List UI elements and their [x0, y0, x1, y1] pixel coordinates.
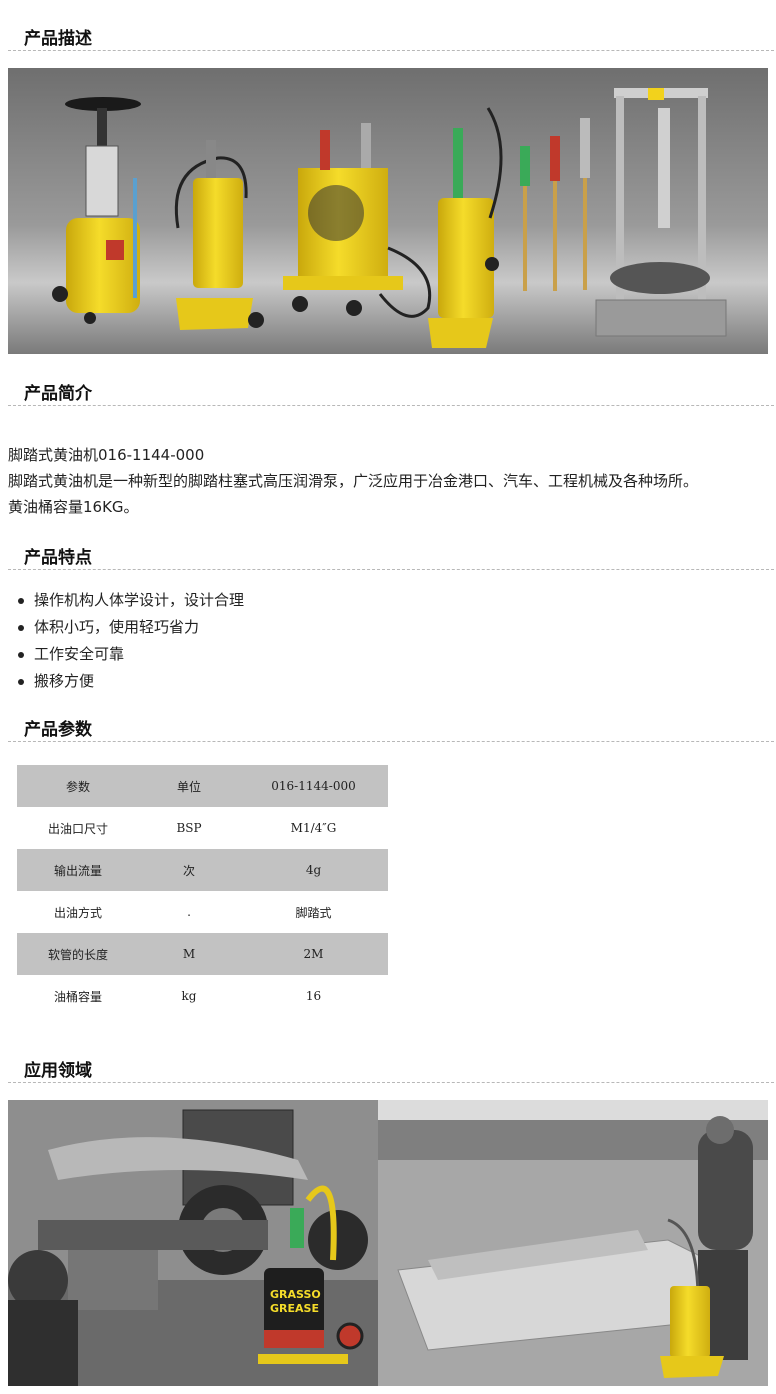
section-title: 产品特点 [24, 548, 92, 568]
table-cell: 4g [239, 849, 388, 891]
table-cell: 脚踏式 [239, 891, 388, 933]
header-cell: 016-1144-000 [239, 765, 388, 807]
section-title: 产品简介 [24, 384, 92, 404]
table-cell: 输出流量 [17, 849, 139, 891]
table-cell: . [139, 891, 239, 933]
table-cell: 16 [239, 975, 388, 1017]
table-cell: 次 [139, 849, 239, 891]
header-cell: 参数 [17, 765, 139, 807]
feature-item: 体积小巧，使用轻巧省力 [8, 614, 244, 641]
section-header-intro: 产品简介 [8, 373, 774, 406]
table-row: 油桶容量 kg 16 [17, 975, 388, 1017]
product-lineup-photo [8, 68, 768, 354]
table-cell: M [139, 933, 239, 975]
feature-item: 操作机构人体学设计，设计合理 [8, 587, 244, 614]
section-header-features: 产品特点 [8, 537, 774, 570]
application-photo: GRASSO GREASE [8, 1100, 768, 1386]
table-cell: 2M [239, 933, 388, 975]
table-cell: 软管的长度 [17, 933, 139, 975]
feature-list: 操作机构人体学设计，设计合理 体积小巧，使用轻巧省力 工作安全可靠 搬移方便 [8, 587, 244, 695]
table-row: 出油口尺寸 BSP M1/4″G [17, 807, 388, 849]
section-header-description: 产品描述 [8, 18, 774, 51]
table-header-row: 参数 单位 016-1144-000 [17, 765, 388, 807]
intro-description-line: 脚踏式黄油机是一种新型的脚踏柱塞式高压润滑泵，广泛应用于冶金港口、汽车、工程机械… [8, 472, 699, 490]
table-cell: kg [139, 975, 239, 1017]
table-row: 输出流量 次 4g [17, 849, 388, 891]
section-title: 产品参数 [24, 720, 92, 740]
product-intro-text: 脚踏式黄油机016-1144-000 脚踏式黄油机是一种新型的脚踏柱塞式高压润滑… [8, 442, 698, 520]
table-cell: BSP [139, 807, 239, 849]
feature-item: 工作安全可靠 [8, 641, 244, 668]
intro-capacity-line: 黄油桶容量16KG。 [8, 498, 139, 516]
svg-text:GRASSO: GRASSO [270, 1288, 321, 1301]
table-row: 软管的长度 M 2M [17, 933, 388, 975]
section-title: 产品描述 [24, 29, 92, 49]
section-header-applications: 应用领域 [8, 1050, 774, 1083]
product-lineup-image [8, 68, 768, 354]
table-cell: 出油方式 [17, 891, 139, 933]
table-cell: 油桶容量 [17, 975, 139, 1017]
section-header-params: 产品参数 [8, 709, 774, 742]
section-title: 应用领域 [24, 1061, 92, 1081]
svg-text:GREASE: GREASE [270, 1302, 319, 1315]
intro-model-line: 脚踏式黄油机016-1144-000 [8, 446, 205, 464]
feature-item: 搬移方便 [8, 668, 244, 695]
application-image: GRASSO GREASE [8, 1100, 768, 1386]
table-row: 出油方式 . 脚踏式 [17, 891, 388, 933]
header-cell: 单位 [139, 765, 239, 807]
table-cell: 出油口尺寸 [17, 807, 139, 849]
table-cell: M1/4″G [239, 807, 388, 849]
params-table: 参数 单位 016-1144-000 出油口尺寸 BSP M1/4″G 输出流量… [17, 765, 388, 1017]
